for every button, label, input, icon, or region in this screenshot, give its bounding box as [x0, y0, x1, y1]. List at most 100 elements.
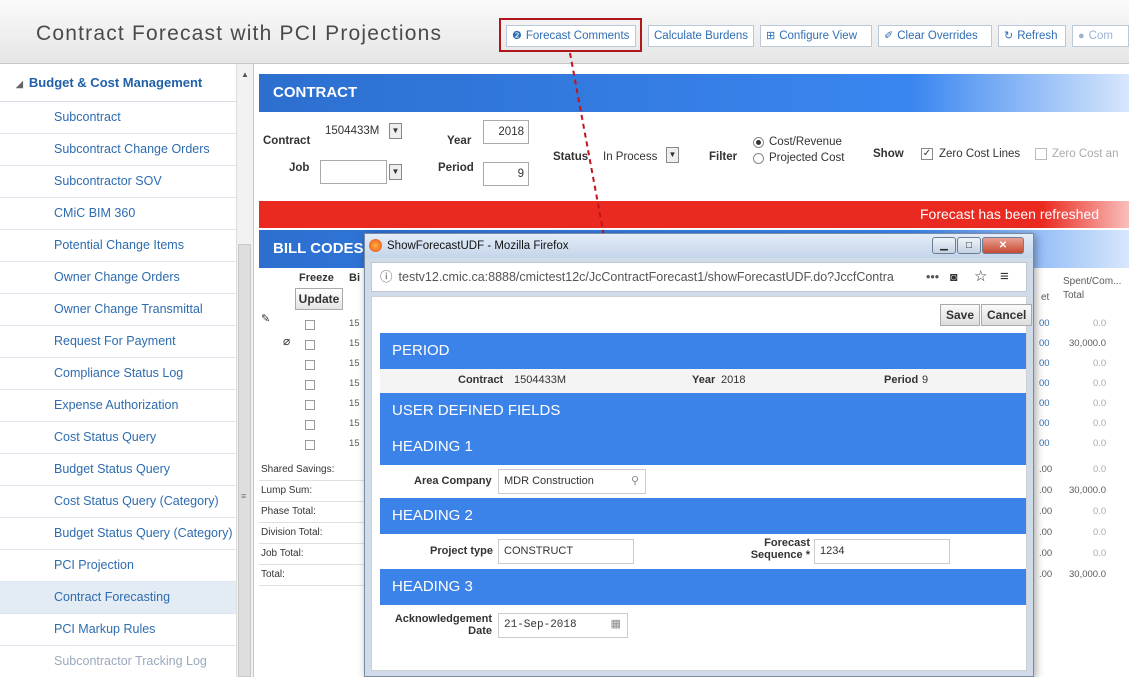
forecast-sequence-input[interactable]: 1234 [814, 539, 950, 564]
calculate-burdens-button[interactable]: Calculate Burdens [648, 25, 754, 47]
totals-cell: 30,000.0 [1069, 485, 1106, 496]
zero-cost-lines-checkbox[interactable]: ✓ [921, 148, 933, 160]
sidebar-item-contract-forecasting[interactable]: Contract Forecasting [0, 582, 236, 614]
sidebar-item-subcontractor-tracking-log[interactable]: Subcontractor Tracking Log [0, 646, 236, 677]
bi-column-header: Bi [349, 272, 360, 284]
sidebar: ◢ Budget & Cost Management Subcontract Su… [0, 64, 254, 677]
eraser-icon: ✐ [884, 30, 894, 42]
sidebar-item-owner-change-transmittal[interactable]: Owner Change Transmittal [0, 294, 236, 326]
freeze-checkbox[interactable] [305, 380, 315, 390]
contract-label: Contract [263, 135, 311, 147]
project-type-input[interactable]: CONSTRUCT [498, 539, 634, 564]
minimize-icon[interactable]: ▁ [932, 237, 956, 254]
totals-cell: .00 [1039, 548, 1053, 559]
sidebar-item-cmic-bim-360[interactable]: CMiC BIM 360 [0, 198, 236, 230]
sidebar-item-owner-change-orders[interactable]: Owner Change Orders [0, 262, 236, 294]
clear-overrides-button[interactable]: ✐ Clear Overrides [878, 25, 992, 47]
freeze-checkbox[interactable] [305, 340, 315, 350]
ack-date-input[interactable]: 21-Sep-2018 ▦ [498, 613, 628, 638]
sidebar-item-cost-status-query-category[interactable]: Cost Status Query (Category) [0, 486, 236, 518]
period-heading: PERIOD [380, 333, 1026, 369]
popup-period-value: 9 [922, 374, 929, 386]
close-icon[interactable]: ✕ [982, 237, 1024, 254]
popup-url-bar[interactable]: ⓘ testv12.cmic.ca:8888/cmictest12c/JcCont… [371, 262, 1027, 292]
save-button[interactable]: Save [940, 304, 981, 326]
configure-view-button[interactable]: ⊞ Configure View [760, 25, 872, 47]
freeze-column-header: Freeze [299, 272, 334, 284]
udf-heading: USER DEFINED FIELDS [380, 393, 1026, 429]
area-company-input[interactable]: MDR Construction ⚲ [498, 469, 646, 494]
search-icon[interactable]: ⚲ [631, 470, 639, 493]
table-row: 15 15 15 15 15 15 15 [259, 314, 369, 450]
bill-code-cell[interactable]: 15 [349, 398, 360, 409]
zero-cost-and-checkbox[interactable] [1035, 148, 1047, 160]
sidebar-item-subcontract[interactable]: Subcontract [0, 102, 236, 134]
maximize-icon[interactable]: □ [957, 237, 981, 254]
update-button[interactable]: Update [295, 288, 343, 310]
freeze-checkbox[interactable] [305, 400, 315, 410]
sidebar-item-request-for-payment[interactable]: Request For Payment [0, 326, 236, 358]
pocket-icon[interactable]: ◙ [950, 263, 958, 291]
table-cell: 00 [1039, 418, 1050, 429]
job-dropdown-arrow-icon[interactable]: ▼ [389, 164, 402, 180]
job-select[interactable] [320, 160, 387, 184]
popup-title-bar[interactable]: ShowForecastUDF - Mozilla Firefox ▁ □ ✕ [365, 234, 1033, 258]
sidebar-item-compliance-status-log[interactable]: Compliance Status Log [0, 358, 236, 390]
year-input[interactable]: 2018 [483, 120, 529, 144]
table-cell: 00 [1039, 378, 1050, 389]
help-icon: ● [1078, 30, 1085, 42]
forecast-sequence-label-line2: Sequence * [750, 549, 810, 561]
totals-cell: 30,000.0 [1069, 569, 1106, 580]
contract-dropdown-arrow-icon[interactable]: ▼ [389, 123, 402, 139]
more-options-icon[interactable]: ••• [920, 263, 940, 291]
refresh-button[interactable]: ↻ Refresh [998, 25, 1066, 47]
bill-code-cell[interactable]: 15 [349, 418, 360, 429]
sidebar-item-subcontractor-sov[interactable]: Subcontractor SOV [0, 166, 236, 198]
scroll-up-icon[interactable]: ▲ [237, 70, 253, 79]
filter-radio-projected-cost[interactable] [753, 153, 764, 164]
filter-option-projected-cost: Projected Cost [769, 152, 845, 164]
status-dropdown-arrow-icon[interactable]: ▼ [666, 147, 679, 163]
freeze-checkbox[interactable] [305, 360, 315, 370]
totals-row-lump-sum: Lump Sum: [259, 481, 369, 502]
sidebar-item-budget-status-query-category[interactable]: Budget Status Query (Category) [0, 518, 236, 550]
page-title: Contract Forecast with PCI Projections [36, 22, 443, 45]
bill-code-cell[interactable]: 15 [349, 438, 360, 449]
popup-contract-label: Contract [458, 374, 504, 386]
bookmark-star-icon[interactable]: ☆ [974, 263, 987, 291]
sidebar-section-header[interactable]: ◢ Budget & Cost Management [0, 64, 236, 102]
ack-date-label-line2: Date [468, 625, 492, 637]
heading-2: HEADING 2 [380, 498, 1026, 534]
sidebar-item-subcontract-change-orders[interactable]: Subcontract Change Orders [0, 134, 236, 166]
popup-contract-value: 1504433M [514, 374, 566, 386]
period-input[interactable]: 9 [483, 162, 529, 186]
app-header: Contract Forecast with PCI Projections ❷… [0, 0, 1129, 64]
bill-code-cell[interactable]: 15 [349, 358, 360, 369]
totals-cell: 0.0 [1093, 506, 1107, 517]
cancel-button[interactable]: Cancel [981, 304, 1033, 326]
sidebar-scroll-thumb[interactable]: ≡ [238, 244, 251, 677]
sidebar-item-potential-change-items[interactable]: Potential Change Items [0, 230, 236, 262]
ack-date-label-line1: Acknowledgement [394, 613, 492, 625]
hamburger-menu-icon[interactable]: ≡ [1000, 263, 1009, 291]
totals-row-phase-total: Phase Total: [259, 502, 369, 523]
com-button[interactable]: ● Com [1072, 25, 1129, 47]
bill-code-cell[interactable]: 15 [349, 378, 360, 389]
sidebar-item-expense-authorization[interactable]: Expense Authorization [0, 390, 236, 422]
sidebar-item-budget-status-query[interactable]: Budget Status Query [0, 454, 236, 486]
sidebar-item-cost-status-query[interactable]: Cost Status Query [0, 422, 236, 454]
com-label: Com [1088, 30, 1113, 42]
bill-code-cell[interactable]: 15 [349, 318, 360, 329]
popup-body: Save Cancel PERIOD Contract 1504433M Yea… [371, 296, 1033, 671]
calendar-icon[interactable]: ▦ [611, 614, 621, 637]
freeze-checkbox[interactable] [305, 440, 315, 450]
freeze-checkbox[interactable] [305, 420, 315, 430]
heading-1: HEADING 1 [380, 429, 1026, 465]
freeze-checkbox[interactable] [305, 320, 315, 330]
bill-code-cell[interactable]: 15 [349, 338, 360, 349]
sidebar-item-pci-projection[interactable]: PCI Projection [0, 550, 236, 582]
filter-radio-cost-revenue[interactable] [753, 137, 764, 148]
table-cell: 0.0 [1093, 358, 1107, 369]
sidebar-item-pci-markup-rules[interactable]: PCI Markup Rules [0, 614, 236, 646]
calculate-burdens-label: Calculate Burdens [654, 30, 748, 42]
